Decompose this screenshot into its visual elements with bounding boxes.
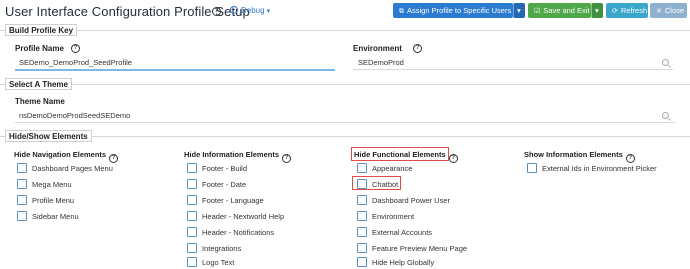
checkbox[interactable] bbox=[187, 227, 197, 237]
help-icon[interactable]: ? bbox=[212, 7, 221, 16]
checkbox[interactable] bbox=[17, 195, 27, 205]
hide-functional-title: Hide Functional Elements bbox=[354, 150, 446, 159]
assign-profile-label: Assign Profile to Specific Users bbox=[407, 6, 512, 15]
checkbox-label: External Ids in Environment Picker bbox=[542, 164, 657, 173]
external-link-icon: ⧉ bbox=[399, 8, 404, 15]
checkbox-label: Header - Notifications bbox=[202, 228, 275, 237]
save-and-exit-button[interactable]: ☑ Save and Exit bbox=[528, 3, 591, 18]
checkbox-label: Hide Help Globally bbox=[372, 258, 435, 267]
checkbox[interactable] bbox=[357, 227, 367, 237]
show-information-header: Show Information Elements? bbox=[524, 150, 635, 163]
save-dropdown-button[interactable]: ▾ bbox=[591, 3, 603, 18]
environment-underline bbox=[353, 69, 673, 70]
checkbox[interactable] bbox=[187, 179, 197, 189]
section-divider bbox=[0, 136, 690, 137]
help-icon[interactable]: ? bbox=[109, 154, 119, 163]
profile-name-label: Profile Name bbox=[15, 44, 64, 53]
profile-name-underline bbox=[15, 69, 335, 71]
checkbox-label: Dashboard Pages Menu bbox=[32, 164, 113, 173]
hide-functional-header: Hide Functional Elements? bbox=[354, 150, 458, 163]
section-build-profile-key: Build Profile Key bbox=[5, 24, 78, 36]
checkbox[interactable] bbox=[357, 243, 367, 253]
checkbox-label: Dashboard Power User bbox=[372, 196, 450, 205]
checkbox[interactable] bbox=[357, 163, 367, 173]
close-button[interactable]: ✕ Close bbox=[650, 3, 687, 18]
save-and-exit-label: Save and Exit bbox=[543, 6, 590, 15]
checkbox-label: Sidebar Menu bbox=[32, 212, 79, 221]
refresh-button[interactable]: ⟳ Refresh bbox=[606, 3, 648, 18]
assign-profile-button[interactable]: ⧉ Assign Profile to Specific Users bbox=[393, 3, 513, 18]
checkbox[interactable] bbox=[187, 257, 197, 267]
section-select-theme: Select A Theme bbox=[5, 78, 72, 90]
checkbox[interactable] bbox=[187, 211, 197, 221]
refresh-label: Refresh bbox=[620, 6, 648, 15]
help-icon[interactable]: ? bbox=[413, 44, 422, 53]
section-divider bbox=[0, 30, 690, 31]
theme-name-label: Theme Name bbox=[15, 97, 65, 106]
checkbox-label: Chatbot bbox=[372, 180, 399, 189]
checkbox[interactable] bbox=[187, 163, 197, 173]
checkbox[interactable] bbox=[357, 257, 367, 267]
environment-field[interactable]: SEDemoProd bbox=[358, 58, 404, 67]
environment-badge[interactable]: Debug ▾ bbox=[230, 6, 270, 15]
checkbox[interactable] bbox=[357, 195, 367, 205]
theme-name-underline bbox=[15, 122, 675, 123]
checkbox-label: Logo Text bbox=[202, 258, 235, 267]
checkbox-label: Footer - Language bbox=[202, 196, 264, 205]
show-information-title: Show Information Elements bbox=[524, 150, 623, 159]
checkbox[interactable] bbox=[187, 243, 197, 253]
checkbox[interactable] bbox=[357, 179, 367, 189]
theme-name-field[interactable]: nsDemoDemoProdSeedSEDemo bbox=[19, 111, 130, 120]
close-icon: ✕ bbox=[656, 8, 662, 15]
checkbox-label: Integrations bbox=[202, 244, 242, 253]
section-divider bbox=[0, 84, 690, 85]
help-icon[interactable]: ? bbox=[625, 154, 635, 163]
checkbox[interactable] bbox=[357, 211, 367, 221]
hide-information-header: Hide Information Elements? bbox=[184, 150, 292, 163]
checkbox-label: External Accounts bbox=[372, 228, 433, 237]
search-icon[interactable] bbox=[662, 112, 669, 119]
checkbox[interactable] bbox=[17, 163, 27, 173]
search-icon[interactable] bbox=[662, 59, 669, 66]
close-label: Close bbox=[664, 6, 685, 15]
environment-label: Environment bbox=[353, 44, 402, 53]
hide-navigation-header: Hide Navigation Elements? bbox=[14, 150, 119, 163]
profile-name-label-text: Profile Name bbox=[15, 44, 64, 53]
section-hide-show-elements: Hide/Show Elements bbox=[5, 130, 92, 142]
help-icon[interactable]: ? bbox=[448, 154, 458, 163]
checkbox-label: Footer - Build bbox=[202, 164, 248, 173]
checkbox-label: Mega Menu bbox=[32, 180, 72, 189]
checkbox-label: Environment bbox=[372, 212, 415, 221]
checkbox[interactable] bbox=[527, 163, 537, 173]
assign-dropdown-button[interactable]: ▾ bbox=[513, 3, 525, 18]
help-icon[interactable]: ? bbox=[71, 44, 80, 53]
checkbox-label: Footer - Date bbox=[202, 180, 247, 189]
hide-navigation-title: Hide Navigation Elements bbox=[14, 150, 107, 159]
checkbox[interactable] bbox=[17, 211, 27, 221]
checkbox-label: Header - Nextworld Help bbox=[202, 212, 285, 221]
profile-name-field[interactable]: SEDemo_DemoProd_SeedProfile bbox=[19, 58, 132, 67]
check-square-icon: ☑ bbox=[534, 8, 541, 15]
globe-icon bbox=[230, 6, 238, 14]
top-bar: User Interface Configuration Profile Set… bbox=[0, 0, 690, 24]
checkbox[interactable] bbox=[17, 179, 27, 189]
refresh-icon: ⟳ bbox=[612, 8, 618, 15]
chevron-down-icon: ▾ bbox=[595, 6, 599, 15]
checkbox-label: Profile Menu bbox=[32, 196, 75, 205]
checkbox[interactable] bbox=[187, 195, 197, 205]
checkbox-label: Appearance bbox=[372, 164, 413, 173]
chevron-down-icon: ▾ bbox=[517, 6, 521, 15]
environment-badge-label: Debug bbox=[241, 6, 265, 15]
help-icon[interactable]: ? bbox=[282, 154, 292, 163]
chevron-down-icon: ▾ bbox=[266, 8, 271, 15]
hide-information-title: Hide Information Elements bbox=[184, 150, 280, 159]
checkbox-label: Feature Preview Menu Page bbox=[372, 244, 468, 253]
